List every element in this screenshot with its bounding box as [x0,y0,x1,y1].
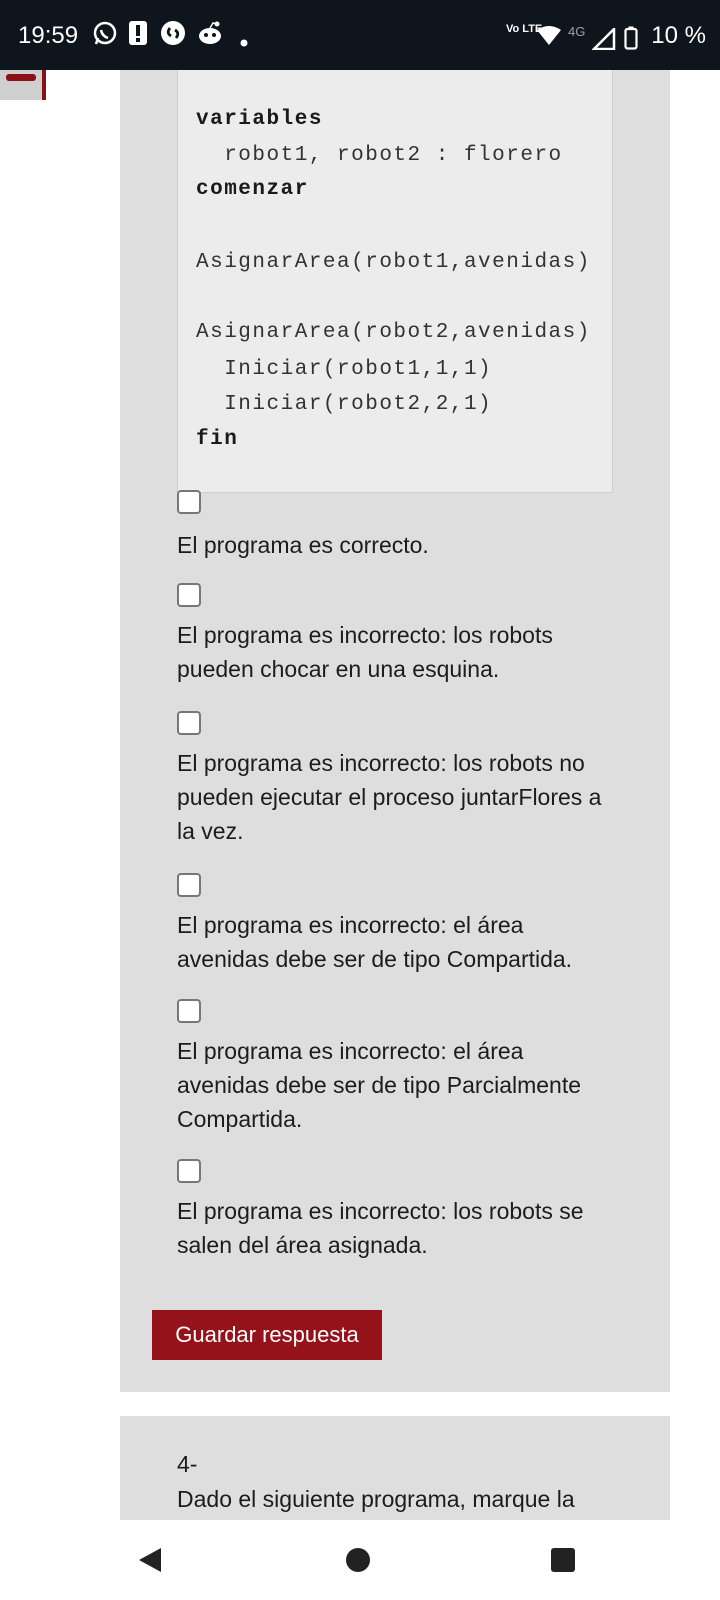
whatsapp-icon [92,20,118,51]
save-answer-button[interactable]: Guardar respuesta [152,1310,382,1360]
answer-checkbox[interactable] [177,490,201,514]
answer-checkbox[interactable] [177,873,201,897]
code-line: robot1, robot2 : florero [196,144,563,167]
status-bar: 19:59 Vo LTE 4G 10 % [0,0,720,70]
code-line: variables [196,108,323,131]
status-time: 19:59 [18,22,79,49]
drawer-toggle[interactable] [0,70,46,100]
answer-label: El programa es correcto. [177,532,429,558]
question-text: Dado el siguiente programa, marque la [177,1486,575,1512]
question-card: variables robot1, robot2 : florero comen… [120,70,670,1392]
answer-label: El programa es incorrecto: los robots no… [177,750,602,844]
answer-label: El programa es incorrecto: los robots pu… [177,622,553,682]
answer-checkbox[interactable] [177,1159,201,1183]
answer-label: El programa es incorrecto: los robots se… [177,1198,584,1258]
back-icon[interactable] [137,1546,163,1579]
battery-icon [624,26,638,55]
answer-checkbox[interactable] [177,583,201,607]
wifi-icon [536,26,562,51]
code-line: AsignarArea(robot1,avenidas) [196,251,591,274]
recents-icon[interactable] [551,1548,575,1577]
drawer-toggle-icon [6,74,36,81]
code-line: Iniciar(robot2,2,1) [196,393,493,416]
code-line: Iniciar(robot1,1,1) [196,358,493,381]
reddit-icon [196,20,224,51]
code-line: AsignarArea(robot2,avenidas) [196,321,591,344]
notification-dot-icon [240,34,248,52]
answer-checkbox[interactable] [177,711,201,735]
navigation-bar [0,1520,720,1600]
code-line: comenzar [196,178,309,201]
home-icon[interactable] [346,1548,370,1577]
alert-icon [128,20,148,51]
network-type: 4G [568,24,586,39]
next-question-card: 4- Dado el siguiente programa, marque la [120,1416,670,1520]
code-line: fin [196,428,239,451]
shazam-icon [160,20,186,51]
answer-label: El programa es incorrecto: el área aveni… [177,912,573,972]
signal-icon [590,25,616,55]
code-block: variables robot1, robot2 : florero comen… [177,70,613,493]
question-number: 4- [177,1451,198,1477]
answer-label: El programa es incorrecto: el área aveni… [177,1038,582,1132]
answer-checkbox[interactable] [177,999,201,1023]
battery-percent: 10 % [651,22,706,49]
